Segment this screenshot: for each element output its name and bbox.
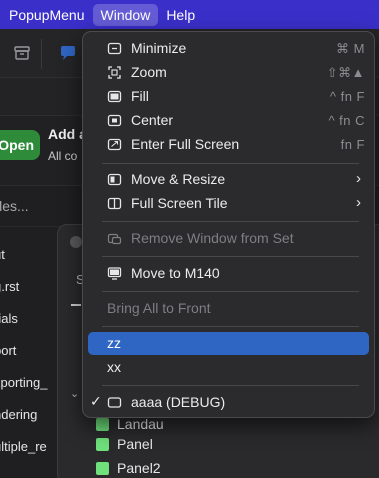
menubar-app-name[interactable]: PopupMenu <box>1 4 93 26</box>
menu-item-zz[interactable]: zz <box>88 332 369 355</box>
menu-item-zoom[interactable]: Zoom ⇧⌘▲ <box>88 61 369 84</box>
move-resize-icon <box>107 173 122 186</box>
menu-item-label: zz <box>107 335 121 351</box>
file-item[interactable]: port <box>0 343 64 358</box>
minus-icon[interactable] <box>71 304 81 306</box>
list-item-label: Panel2 <box>117 460 161 476</box>
menu-item-move-to-display[interactable]: Move to M140 <box>88 262 369 285</box>
menu-item-fill[interactable]: Fill ^ fn F <box>88 85 369 108</box>
shortcut-label: ^ fn F <box>329 89 365 104</box>
toolbar-separator <box>41 39 42 69</box>
chat-bubble-icon[interactable] <box>58 43 78 63</box>
menu-item-label: Full Screen Tile <box>131 195 228 211</box>
menu-item-label: Zoom <box>131 64 167 80</box>
menu-item-xx[interactable]: xx <box>88 356 369 379</box>
menu-item-label: Move to M140 <box>131 265 220 281</box>
chevron-down-icon[interactable]: ⌄ <box>70 387 79 400</box>
center-icon <box>107 114 122 127</box>
menu-item-full-screen-tile[interactable]: Full Screen Tile › <box>88 192 369 215</box>
menu-item-label: xx <box>107 359 121 375</box>
menu-separator <box>102 291 359 292</box>
color-swatch <box>96 417 109 431</box>
remove-window-icon <box>107 233 122 245</box>
list-item-label: Landau <box>117 416 164 432</box>
archive-icon[interactable] <box>12 43 32 63</box>
display-icon <box>107 267 122 280</box>
zoom-icon <box>108 66 121 79</box>
menu-item-label: Minimize <box>131 40 187 56</box>
menu-item-center[interactable]: Center ^ fn C <box>88 109 369 132</box>
menu-item-minimize[interactable]: Minimize ⌘ M <box>88 37 369 60</box>
menu-separator <box>102 256 359 257</box>
menu-bar: PopupMenu Window Help <box>0 0 379 29</box>
menu-item-label: Enter Full Screen <box>131 136 240 152</box>
full-screen-tile-icon <box>107 197 122 210</box>
list-item[interactable]: Panel <box>96 434 153 454</box>
open-button[interactable]: Open <box>0 130 40 160</box>
menu-item-remove-window-from-set: Remove Window from Set <box>88 227 369 250</box>
menu-item-label: Fill <box>131 88 149 104</box>
file-item[interactable]: ndering <box>0 407 64 422</box>
color-swatch <box>96 461 109 475</box>
menu-item-bring-all-to-front: Bring All to Front <box>88 297 369 320</box>
menu-item-move-resize[interactable]: Move & Resize › <box>88 168 369 191</box>
chevron-right-icon: › <box>356 194 361 211</box>
window-control-dot[interactable] <box>70 236 82 248</box>
enter-full-screen-icon <box>107 138 122 151</box>
menu-separator <box>102 385 359 386</box>
color-swatch <box>96 437 109 451</box>
menu-separator <box>102 221 359 222</box>
menu-item-label: Remove Window from Set <box>131 230 294 246</box>
menu-item-aaaa-debug[interactable]: ✓ aaaa (DEBUG) <box>88 391 369 414</box>
chevron-right-icon: › <box>356 170 361 187</box>
menu-separator <box>102 326 359 327</box>
window-menu: Minimize ⌘ M Zoom ⇧⌘▲ Fill ^ fn F Center… <box>82 31 375 418</box>
file-item[interactable]: ut <box>0 247 64 262</box>
fill-icon <box>107 90 122 103</box>
screen: PopupMenu Window Help Open Add a All co … <box>0 0 379 478</box>
menu-item-enter-full-screen[interactable]: Enter Full Screen fn F <box>88 133 369 156</box>
file-item[interactable]: rials <box>0 311 64 326</box>
shortcut-label: ⇧⌘▲ <box>326 65 365 80</box>
minimize-window-icon <box>107 42 122 55</box>
panel-subtitle: All co <box>48 149 78 163</box>
file-item[interactable]: xporting_ <box>0 375 64 390</box>
menu-separator <box>102 163 359 164</box>
menubar-window[interactable]: Window <box>92 3 159 26</box>
file-item[interactable]: g.rst <box>0 279 64 294</box>
shortcut-label: ^ fn C <box>328 113 365 128</box>
checkmark-icon: ✓ <box>90 393 102 409</box>
menu-item-label: Move & Resize <box>131 171 226 187</box>
window-icon <box>107 397 122 408</box>
list-item[interactable]: Panel2 <box>96 458 161 478</box>
shortcut-label: ⌘ M <box>336 41 365 56</box>
menubar-help[interactable]: Help <box>158 4 203 26</box>
menu-item-label: aaaa (DEBUG) <box>131 394 226 410</box>
menu-item-label: Bring All to Front <box>107 300 211 316</box>
list-item-label: Panel <box>117 436 153 452</box>
shortcut-label: fn F <box>340 137 365 152</box>
menu-item-label: Center <box>131 112 174 128</box>
file-item[interactable]: ultiple_re <box>0 439 64 454</box>
